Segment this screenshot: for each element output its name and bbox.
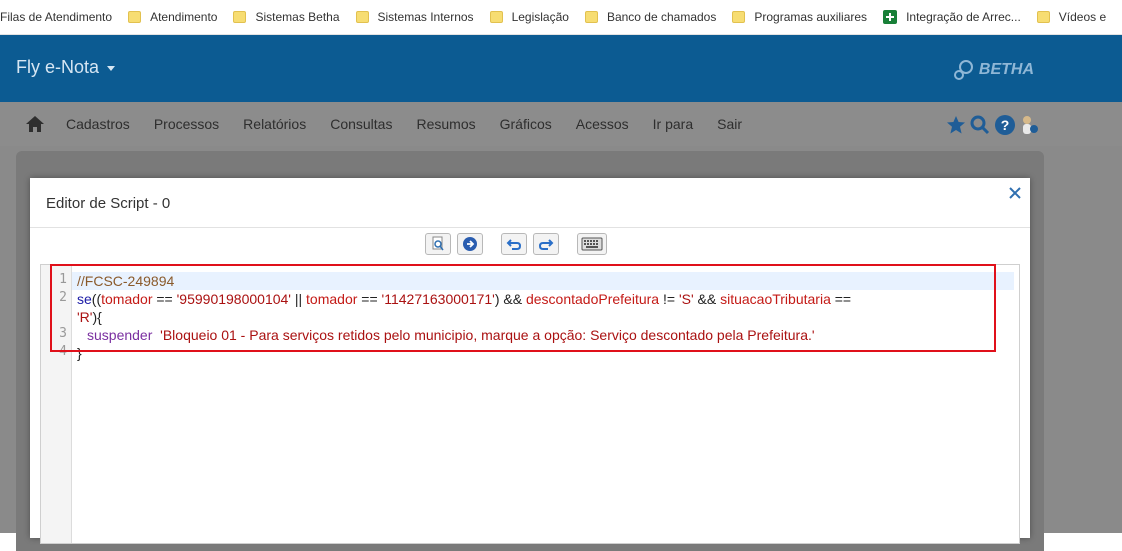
folder-icon — [732, 11, 746, 23]
find-button[interactable] — [425, 233, 451, 255]
script-editor-modal: Editor de Script - 0 1 2 3 4 //FCSC-2498… — [30, 178, 1030, 544]
bookmark-sistemas-internos[interactable]: Sistemas Internos — [355, 10, 474, 24]
search-icon[interactable] — [970, 115, 990, 135]
caret-down-icon — [107, 65, 116, 71]
folder-icon — [584, 11, 598, 23]
bookmarks-bar: Filas de Atendimento Atendimento Sistema… — [0, 0, 1122, 35]
editor-toolbar — [425, 233, 607, 255]
nav-acessos[interactable]: Acessos — [576, 116, 629, 132]
bookmark-videos[interactable]: Vídeos e — [1036, 10, 1107, 24]
home-icon[interactable] — [25, 115, 45, 133]
bookmark-label: Banco de chamados — [606, 10, 717, 24]
nav-sair[interactable]: Sair — [717, 116, 742, 132]
bookmark-label: Programas auxiliares — [754, 10, 868, 24]
nav-relatorios[interactable]: Relatórios — [243, 116, 306, 132]
bookmark-label: Atendimento — [150, 10, 218, 24]
find-icon — [432, 236, 444, 251]
keyboard-icon — [581, 237, 603, 251]
nav-cadastros[interactable]: Cadastros — [66, 116, 130, 132]
brand-logo: BETHA — [953, 59, 1034, 81]
bookmark-integracao-arrec[interactable]: Integração de Arrec... — [883, 10, 1021, 24]
folder-icon — [489, 11, 503, 23]
bookmark-label: Filas de Atendimento — [0, 10, 113, 24]
bookmark-atendimento[interactable]: Atendimento — [128, 10, 217, 24]
redo-icon — [538, 239, 554, 250]
bookmark-sistemas-betha[interactable]: Sistemas Betha — [233, 10, 340, 24]
nav-processos[interactable]: Processos — [154, 116, 219, 132]
main-nav: Cadastros Processos Relatórios Consultas… — [0, 102, 1122, 146]
user-info-icon[interactable] — [1020, 114, 1040, 136]
keyboard-shortcuts-button[interactable] — [577, 233, 607, 255]
betha-logo-icon — [953, 60, 973, 80]
folder-icon — [1036, 11, 1050, 23]
bookmark-legislacao[interactable]: Legislação — [489, 10, 569, 24]
close-icon[interactable] — [1008, 186, 1022, 200]
undo-button[interactable] — [501, 233, 527, 255]
folder-icon — [233, 11, 247, 23]
star-icon[interactable] — [946, 115, 966, 135]
bookmark-label: Legislação — [511, 10, 569, 24]
nav-ir-para[interactable]: Ir para — [653, 116, 693, 132]
go-to-button[interactable] — [457, 233, 483, 255]
brand-text: BETHA — [978, 61, 1034, 78]
nav-resumos[interactable]: Resumos — [416, 116, 475, 132]
redo-button[interactable] — [533, 233, 559, 255]
folder-icon — [355, 11, 369, 23]
bookmark-programas-auxiliares[interactable]: Programas auxiliares — [732, 10, 867, 24]
modal-divider — [30, 227, 1030, 228]
undo-icon — [506, 239, 522, 250]
folder-icon — [128, 11, 142, 23]
nav-consultas[interactable]: Consultas — [330, 116, 392, 132]
highlight-annotation-box — [50, 264, 996, 352]
bookmark-label: Integração de Arrec... — [906, 10, 1021, 24]
svg-text:?: ? — [1001, 117, 1010, 133]
bookmark-label: Sistemas Betha — [255, 10, 340, 24]
bookmark-banco-de-chamados[interactable]: Banco de chamados — [584, 10, 717, 24]
bookmark-label: Vídeos e — [1058, 10, 1107, 24]
arrow-right-icon — [463, 237, 477, 251]
modal-title: Editor de Script - 0 — [46, 195, 171, 212]
bookmark-filas-de-atendimento[interactable]: Filas de Atendimento — [0, 10, 112, 24]
app-header: Fly e-Nota BETHA — [0, 35, 1122, 102]
sheets-icon — [883, 10, 898, 24]
app-title: Fly e-Nota — [16, 57, 100, 77]
help-icon[interactable]: ? — [994, 114, 1016, 136]
bookmark-label: Sistemas Internos — [377, 10, 474, 24]
app-switcher[interactable]: Fly e-Nota — [16, 57, 116, 78]
nav-graficos[interactable]: Gráficos — [500, 116, 552, 132]
